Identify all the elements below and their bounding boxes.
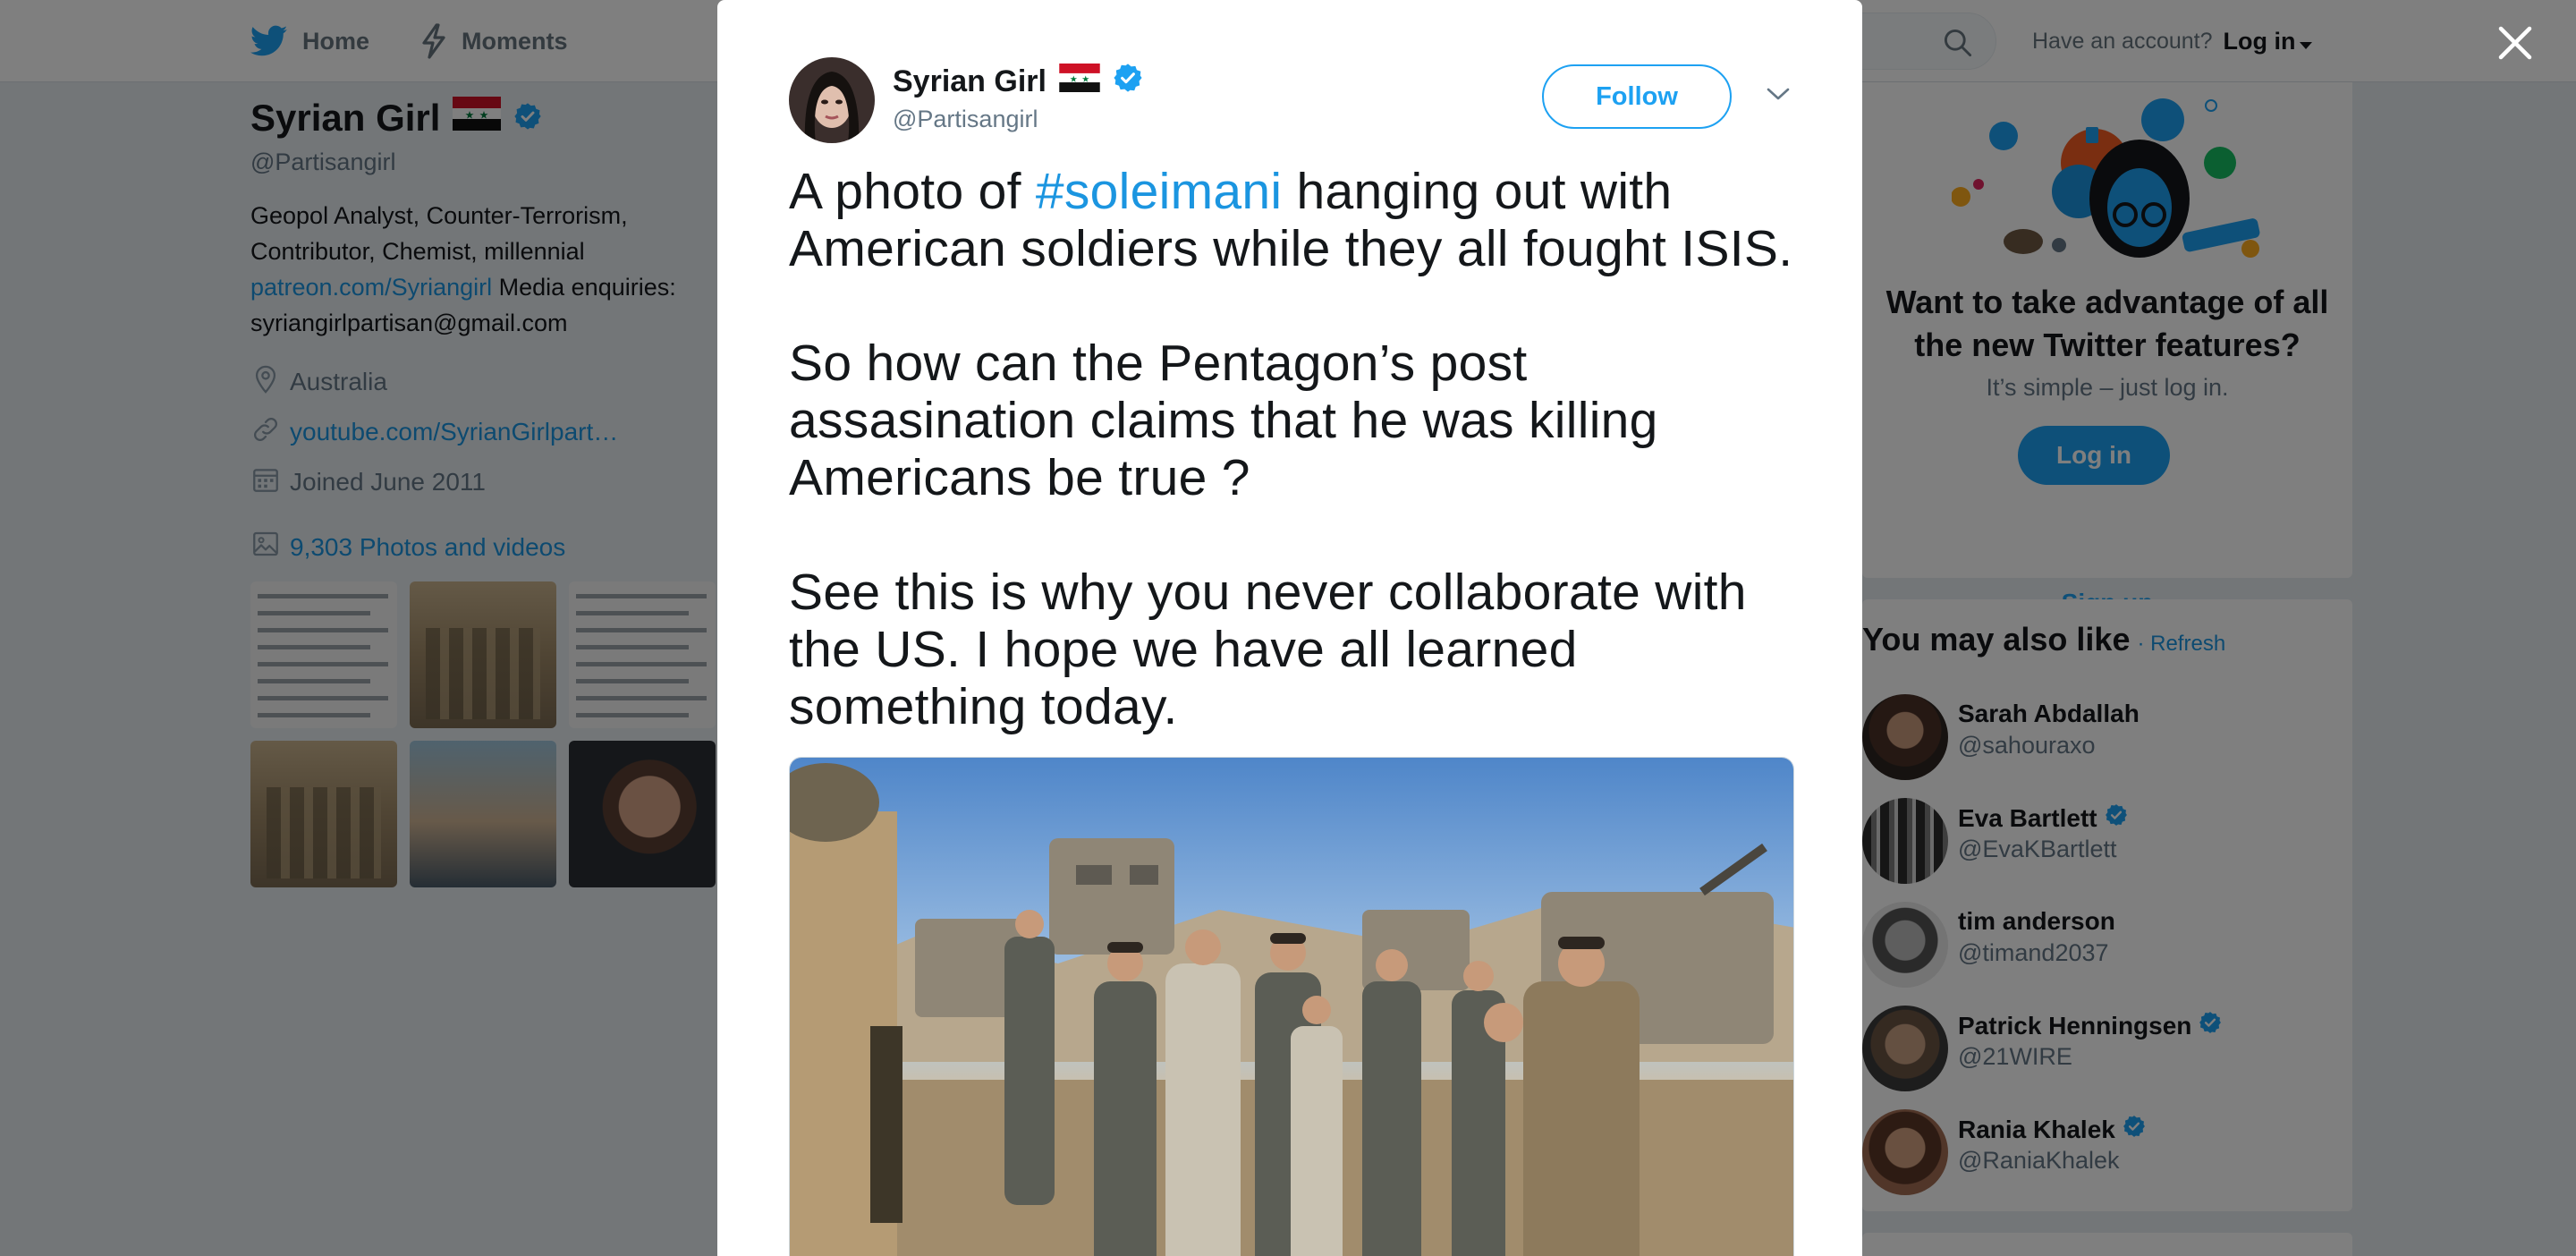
avatar[interactable] [789,57,875,143]
tweet-author-name[interactable]: Syrian Girl [893,64,1046,99]
follow-button[interactable]: Follow [1542,64,1732,129]
close-icon[interactable] [2496,23,2535,63]
tweet-author-handle[interactable]: @Partisangirl [893,106,1038,133]
tweet-permalink-modal: Syrian Girl @Partisangirl Follow A photo… [717,0,1862,1256]
tweet-paragraph: So how can the Pentagon’s post assasinat… [789,335,1658,506]
tweet-text: A photo of #soleimani hanging out with A… [789,163,1809,793]
syria-flag-icon [1059,64,1100,100]
tweet-paragraph: A photo of #soleimani hanging out with A… [789,163,1809,277]
verified-badge-icon [1113,63,1143,101]
tweet-paragraph: See this is why you never collaborate wi… [789,564,1747,735]
tweet-text-segment: A photo of [789,163,1036,220]
tweet-author-name-row: Syrian Girl [893,63,1143,101]
hashtag-link[interactable]: #soleimani [1036,163,1282,220]
chevron-down-icon[interactable] [1766,86,1791,106]
tweet-photo[interactable] [789,757,1794,1256]
